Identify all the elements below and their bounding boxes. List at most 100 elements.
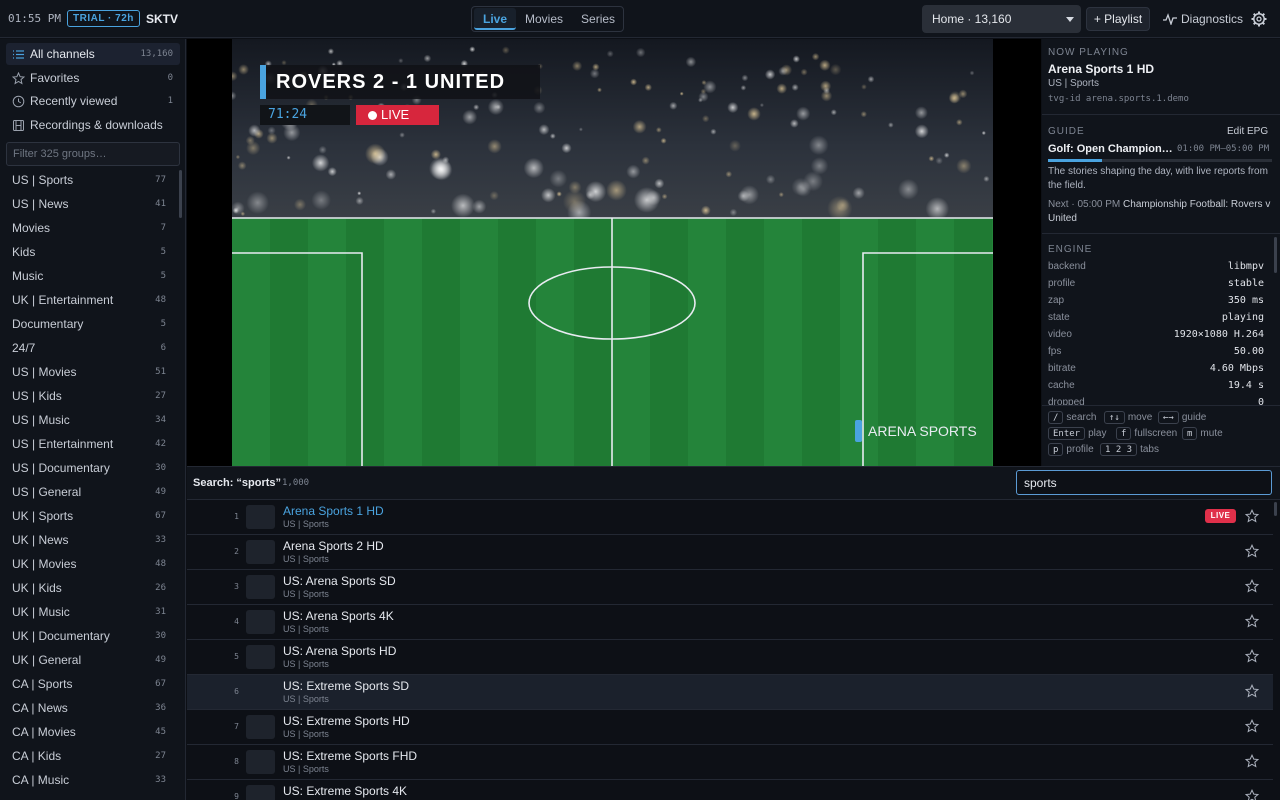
group-item[interactable]: UK | Entertainment 48 xyxy=(6,288,174,312)
crowd-light xyxy=(727,101,739,114)
favorite-star-icon[interactable] xyxy=(1245,754,1259,768)
sidebar-item-recordings[interactable]: Recordings & downloads xyxy=(6,114,180,136)
engine-row: state playing xyxy=(1048,312,1264,326)
group-label: Kids xyxy=(12,245,36,259)
crowd-light xyxy=(365,143,386,165)
group-item[interactable]: Music 5 xyxy=(6,264,174,288)
sidebar-item-favorites[interactable]: Favorites 0 xyxy=(6,67,180,89)
group-item[interactable]: CA | Kids 27 xyxy=(6,744,174,768)
crowd-light xyxy=(541,187,556,203)
channel-list: 1 Arena Sports 1 HD US | Sports LIVE 2 Arena … xyxy=(187,500,1280,800)
channel-row[interactable]: 7 US: Extreme Sports HD US | Sports xyxy=(187,710,1273,745)
profile-select[interactable]: Home · 13,160 xyxy=(922,5,1081,33)
group-item[interactable]: Documentary 5 xyxy=(6,312,174,336)
group-item[interactable]: Movies 7 xyxy=(6,216,174,240)
group-item[interactable]: US | Documentary 30 xyxy=(6,456,174,480)
crowd-light xyxy=(759,103,765,108)
diagnostics-button[interactable]: Diagnostics xyxy=(1163,7,1243,31)
group-count: 7 xyxy=(160,223,166,233)
key-cap: f xyxy=(1116,427,1132,440)
group-item[interactable]: CA | Movies 45 xyxy=(6,720,174,744)
group-item[interactable]: US | Sports 77 xyxy=(6,168,174,192)
engine-key: backend xyxy=(1048,261,1086,272)
group-item[interactable]: US | Movies 51 xyxy=(6,360,174,384)
crowd-light xyxy=(578,127,583,132)
group-label: UK | General xyxy=(12,653,82,667)
tab-live[interactable]: Live xyxy=(474,8,517,30)
favorite-star-icon[interactable] xyxy=(1245,509,1259,523)
shortcut-hint: ↑↓ move xyxy=(1104,411,1152,424)
profile-select-value: Home · 13,160 xyxy=(932,12,1012,26)
group-item[interactable]: UK | Movies 48 xyxy=(6,552,174,576)
group-item[interactable]: US | Music 34 xyxy=(6,408,174,432)
group-item[interactable]: UK | General 49 xyxy=(6,648,174,672)
edit-epg-link[interactable]: Edit EPG xyxy=(1227,126,1268,137)
group-item[interactable]: UK | News 33 xyxy=(6,528,174,552)
group-item[interactable]: US | General 49 xyxy=(6,480,174,504)
group-item[interactable]: UK | Kids 26 xyxy=(6,576,174,600)
group-item[interactable]: CA | News 36 xyxy=(6,696,174,720)
group-filter-input[interactable] xyxy=(6,142,180,166)
trial-badge[interactable]: TRIAL · 72h xyxy=(67,10,140,27)
key-cap: p xyxy=(1048,443,1064,456)
group-count: 67 xyxy=(155,511,166,521)
favorite-star-icon[interactable] xyxy=(1245,789,1259,800)
group-item[interactable]: US | Entertainment 42 xyxy=(6,432,174,456)
group-item[interactable]: US | Kids 27 xyxy=(6,384,174,408)
tab-series[interactable]: Series xyxy=(572,8,624,30)
group-item[interactable]: UK | Music 31 xyxy=(6,600,174,624)
pitch-stripe xyxy=(612,219,650,466)
add-playlist-button[interactable]: + Playlist xyxy=(1086,7,1150,31)
channel-row[interactable]: 4 US: Arena Sports 4K US | Sports xyxy=(187,605,1273,640)
crowd-light xyxy=(888,122,894,128)
crowd-light xyxy=(399,132,405,138)
tab-movies[interactable]: Movies xyxy=(516,8,572,30)
group-label: 24/7 xyxy=(12,341,36,355)
favorite-star-icon[interactable] xyxy=(1245,579,1259,593)
group-item[interactable]: UK | Documentary 30 xyxy=(6,624,174,648)
channel-list-scrollbar[interactable] xyxy=(1274,502,1277,516)
favorite-star-icon[interactable] xyxy=(1245,719,1259,733)
nav-count: 1 xyxy=(167,96,173,106)
group-item[interactable]: CA | Music 33 xyxy=(6,768,174,792)
gear-icon[interactable] xyxy=(1250,10,1268,28)
group-label: CA | News xyxy=(12,701,68,715)
sidebar-item-recently-viewed[interactable]: Recently viewed 1 xyxy=(6,90,180,112)
video-player[interactable]: ROVERS 2 - 1 UNITED 71:24 LIVE ARENA SPO… xyxy=(187,39,1041,466)
channel-row[interactable]: 6 US: Extreme Sports SD US | Sports xyxy=(187,675,1273,710)
group-item[interactable]: CA | Sports 67 xyxy=(6,672,174,696)
crowd-light xyxy=(238,64,249,75)
group-item[interactable]: US | News 41 xyxy=(6,192,174,216)
crowd-light xyxy=(473,104,480,111)
channel-row[interactable]: 3 US: Arena Sports SD US | Sports xyxy=(187,570,1273,605)
engine-value: libmpv xyxy=(1227,261,1264,272)
favorite-star-icon[interactable] xyxy=(1245,649,1259,663)
favorite-star-icon[interactable] xyxy=(1245,684,1259,698)
search-input[interactable] xyxy=(1016,470,1272,495)
group-count: 67 xyxy=(155,679,166,689)
channel-row[interactable]: 1 Arena Sports 1 HD US | Sports LIVE xyxy=(187,500,1273,535)
crowd-light xyxy=(635,47,646,58)
group-item[interactable]: UK | Sports 67 xyxy=(6,504,174,528)
crowd-light xyxy=(800,68,808,76)
channel-row[interactable]: 5 US: Arena Sports HD US | Sports xyxy=(187,640,1273,675)
channel-row[interactable]: 2 Arena Sports 2 HD US | Sports xyxy=(187,535,1273,570)
favorite-star-icon[interactable] xyxy=(1245,614,1259,628)
crowd-light xyxy=(235,154,241,160)
favorite-star-icon[interactable] xyxy=(1245,544,1259,558)
group-label: US | Music xyxy=(12,413,70,427)
group-item[interactable]: Kids 5 xyxy=(6,240,174,264)
crowd-light xyxy=(549,133,556,139)
engine-value: stable xyxy=(1227,278,1264,289)
guide-heading: GUIDE xyxy=(1048,126,1085,137)
channel-row[interactable]: 8 US: Extreme Sports FHD US | Sports xyxy=(187,745,1273,780)
sidebar-item-all-channels[interactable]: All channels 13,160 xyxy=(6,43,180,65)
crowd-light xyxy=(311,190,331,210)
group-item[interactable]: 24/7 6 xyxy=(6,336,174,360)
crowd-light xyxy=(898,178,919,200)
pitch-stripe xyxy=(384,219,422,466)
sidebar-scrollbar[interactable] xyxy=(179,170,182,218)
info-panel-scrollbar[interactable] xyxy=(1274,237,1277,273)
channel-row[interactable]: 9US: Extreme Sports 4KUS | Sports xyxy=(187,780,1273,800)
channel-name: US: Extreme Sports HD xyxy=(283,714,410,728)
